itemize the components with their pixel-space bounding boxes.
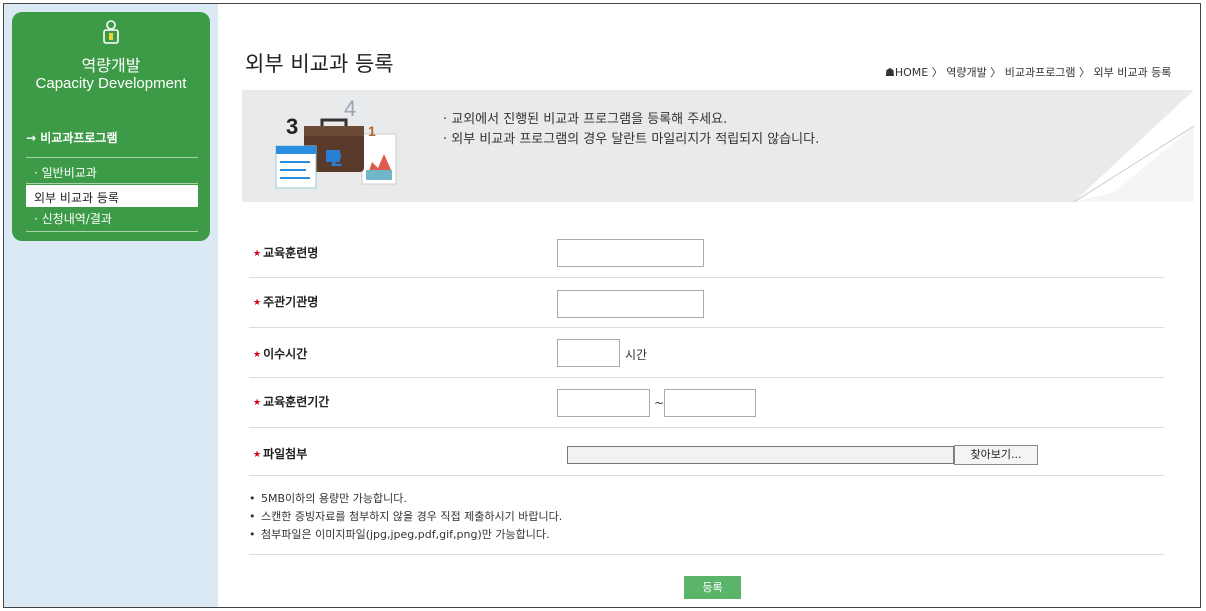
period-start-input[interactable] xyxy=(557,389,650,417)
banner-line-1: · 교외에서 진행된 비교과 프로그램을 등록해 주세요. xyxy=(443,112,728,127)
page-frame: 역량개발 Capacity Development → 비교과프로그램 · 일반… xyxy=(3,3,1201,608)
sidebar-item-general[interactable]: · 일반비교과 xyxy=(34,164,97,181)
attachment-notes: 5MB이하의 용량만 가능합니다. 스캔한 증빙자료를 첨부하지 않을 경우 직… xyxy=(249,490,562,544)
required-star-icon: ★ xyxy=(253,449,262,460)
hours-unit: 시간 xyxy=(625,348,648,362)
note-item: 스캔한 증빙자료를 첨부하지 않을 경우 직접 제출하시기 바랍니다. xyxy=(249,508,562,526)
sidebar-subtitle: Capacity Development xyxy=(35,75,187,92)
sidebar-section-noncurricular[interactable]: → 비교과프로그램 xyxy=(26,129,118,146)
note-item: 5MB이하의 용량만 가능합니다. xyxy=(249,490,562,508)
note-item: 첨부파일은 이미지파일(jpg,jpeg,pdf,gif,png)만 가능합니다… xyxy=(249,526,562,544)
field-label: ★ 교육훈련명 xyxy=(253,246,319,260)
required-star-icon: ★ xyxy=(253,297,262,308)
banner-notice: · 교외에서 진행된 비교과 프로그램을 등록해 주세요. · 외부 비교과 프… xyxy=(443,110,819,150)
sidebar-item-external-register[interactable]: 외부 비교과 등록 xyxy=(26,185,198,207)
submit-button[interactable]: 등록 xyxy=(684,576,741,599)
form-row-course-name: ★ 교육훈련명 xyxy=(249,232,1164,278)
divider xyxy=(249,554,1164,555)
period-separator: ~ xyxy=(654,396,665,410)
page-curl-decoration xyxy=(1074,90,1194,202)
banner-line-2: · 외부 비교과 프로그램의 경우 달란트 마일리지가 적립되지 않습니다. xyxy=(443,132,820,147)
svg-text:2: 2 xyxy=(331,149,342,171)
svg-text:1: 1 xyxy=(368,123,376,139)
course-name-input[interactable] xyxy=(557,239,704,267)
field-label: ★ 주관기관명 xyxy=(253,295,319,309)
sidebar-divider xyxy=(26,231,198,232)
required-star-icon: ★ xyxy=(253,349,262,360)
required-star-icon: ★ xyxy=(253,397,262,408)
sidebar-divider xyxy=(26,157,198,158)
logo-icon xyxy=(103,20,119,44)
field-label: ★ 파일첨부 xyxy=(253,447,308,461)
home-icon[interactable]: ☗ xyxy=(885,66,895,79)
sidebar-item-history[interactable]: · 신청내역/결과 xyxy=(34,210,112,227)
field-label: ★ 교육훈련기간 xyxy=(253,395,330,409)
form-row-hours: ★ 이수시간 xyxy=(249,328,1164,378)
field-label: ★ 이수시간 xyxy=(253,347,308,361)
file-path-field[interactable] xyxy=(567,446,954,464)
briefcase-illustration-icon: 2 3 4 1 xyxy=(275,96,397,189)
info-banner: 2 3 4 1 · 교외에서 진행된 비교과 프로그램을 등록해 주세요. · … xyxy=(242,90,1194,202)
sidebar-panel: 역량개발 Capacity Development → 비교과프로그램 · 일반… xyxy=(12,12,210,241)
sidebar-title: 역량개발 xyxy=(81,56,141,75)
sidebar: 역량개발 Capacity Development → 비교과프로그램 · 일반… xyxy=(4,4,218,607)
form-row-organization: ★ 주관기관명 xyxy=(249,278,1164,328)
page-title: 외부 비교과 등록 xyxy=(245,52,394,76)
svg-text:3: 3 xyxy=(286,114,298,139)
breadcrumb: ☗HOME 〉 역량개발 〉 비교과프로그램 〉 외부 비교과 등록 xyxy=(885,64,1171,80)
required-star-icon: ★ xyxy=(253,248,262,259)
breadcrumb-text[interactable]: HOME 〉 역량개발 〉 비교과프로그램 〉 외부 비교과 등록 xyxy=(895,66,1172,79)
svg-text:4: 4 xyxy=(344,96,356,121)
organization-input[interactable] xyxy=(557,290,704,318)
browse-file-button[interactable]: 찾아보기... xyxy=(954,445,1038,465)
sidebar-divider xyxy=(26,183,198,184)
period-end-input[interactable] xyxy=(664,389,756,417)
hours-input[interactable] xyxy=(557,339,620,367)
